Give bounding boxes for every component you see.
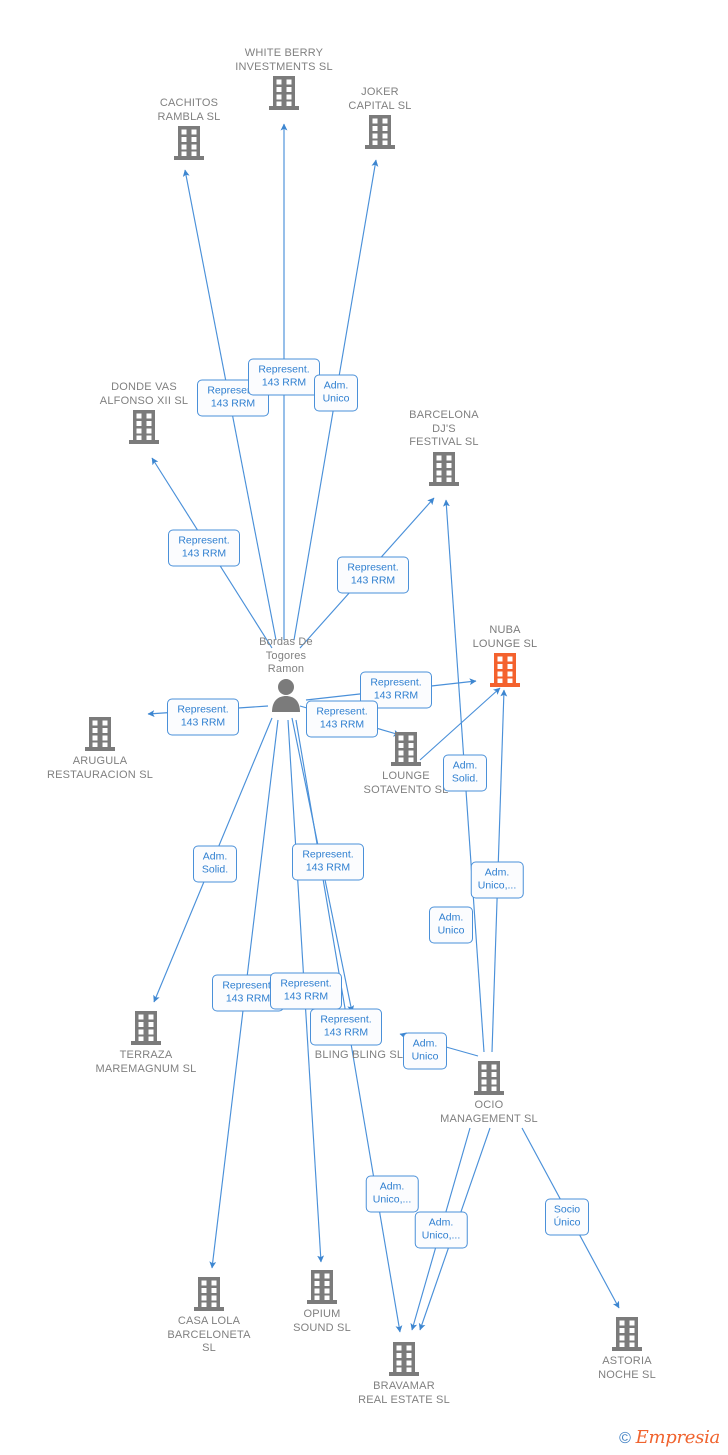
node-icon-holder[interactable] (305, 114, 455, 150)
edge-label-el8[interactable]: Represent. 143 RRM (167, 698, 239, 736)
building-icon (429, 451, 459, 486)
building-icon (389, 1342, 419, 1376)
graph-node-joker[interactable]: JOKER CAPITAL SL (305, 86, 455, 150)
node-label: OPIUM SOUND SL (293, 1308, 351, 1334)
node-icon-holder[interactable] (69, 409, 219, 445)
graph-node-opium[interactable]: OPIUM SOUND SL (247, 1269, 397, 1335)
graph-node-arugula[interactable]: ARUGULA RESTAURACION SL (25, 716, 175, 782)
edge-label-el10[interactable]: Adm. Solid. (193, 845, 237, 883)
node-label: JOKER CAPITAL SL (348, 86, 412, 112)
building-icon (391, 732, 421, 766)
node-icon-holder[interactable] (369, 451, 519, 487)
building-icon (307, 1270, 337, 1304)
empresia-watermark: © Empresia (619, 1428, 720, 1449)
edge-label-el2[interactable]: Represent. 143 RRM (248, 358, 320, 396)
node-label: ASTORIA NOCHE SL (598, 1355, 656, 1381)
graph-node-ocio[interactable]: OCIO MANAGEMENT SL (414, 1060, 564, 1126)
node-label: NUBA LOUNGE SL (472, 624, 538, 650)
node-icon-holder[interactable] (114, 125, 264, 161)
edge-label-el18[interactable]: Adm. Unico,... (365, 1175, 419, 1213)
node-label: OCIO MANAGEMENT SL (440, 1099, 538, 1125)
building-icon (129, 410, 159, 444)
edge-label-el19[interactable]: Adm. Unico,... (414, 1211, 468, 1249)
building-icon (474, 1061, 504, 1095)
graph-node-terraza[interactable]: TERRAZA MAREMAGNUM SL (71, 1010, 221, 1076)
edge-label-el13[interactable]: Adm. Unico (429, 906, 473, 944)
building-icon (612, 1317, 642, 1351)
node-label: BARCELONA DJ'S FESTIVAL SL (409, 409, 479, 448)
node-icon-holder[interactable] (430, 652, 580, 688)
edge-label-el20[interactable]: Socio Único (545, 1198, 589, 1236)
building-icon (269, 76, 299, 110)
building-icon (365, 115, 395, 149)
graph-node-bcndjs[interactable]: BARCELONA DJ'S FESTIVAL SL (369, 409, 519, 487)
edge-label-el9[interactable]: Adm. Solid. (443, 754, 487, 792)
node-label: BRAVAMAR REAL ESTATE SL (358, 1380, 450, 1406)
graph-node-bravamar[interactable]: BRAVAMAR REAL ESTATE SL (329, 1341, 479, 1407)
edge-label-el11[interactable]: Represent. 143 RRM (292, 843, 364, 881)
graph-canvas: CACHITOS RAMBLA SL WHITE BERRY INVESTMENT… (0, 0, 728, 1455)
graph-node-astoria[interactable]: ASTORIA NOCHE SL (552, 1316, 702, 1382)
node-icon-holder[interactable] (25, 716, 175, 752)
person-icon (272, 678, 300, 712)
node-icon-holder[interactable] (329, 1341, 479, 1377)
brand-name: Empresia (635, 1427, 721, 1448)
graph-node-nuba[interactable]: NUBA LOUNGE SL (430, 624, 580, 688)
copyright-icon: © (619, 1430, 631, 1447)
edge-label-el12[interactable]: Adm. Unico,... (470, 861, 524, 899)
edge-label-el5[interactable]: Represent. 143 RRM (337, 556, 409, 594)
building-icon (85, 717, 115, 751)
edge-label-el3[interactable]: Adm. Unico (314, 374, 358, 412)
edge-label-el7[interactable]: Represent. 143 RRM (306, 700, 378, 738)
building-icon (131, 1011, 161, 1045)
building-icon (194, 1277, 224, 1311)
building-icon (490, 653, 520, 687)
node-icon-holder[interactable] (552, 1316, 702, 1352)
node-label: WHITE BERRY INVESTMENTS SL (235, 47, 333, 73)
edge-label-el15[interactable]: Represent. 143 RRM (270, 972, 342, 1010)
building-icon (174, 126, 204, 160)
edge-label-el16[interactable]: Represent. 143 RRM (310, 1008, 382, 1046)
node-label: TERRAZA MAREMAGNUM SL (95, 1049, 197, 1075)
node-icon-holder[interactable] (247, 1269, 397, 1305)
node-icon-holder[interactable] (71, 1010, 221, 1046)
node-label: ARUGULA RESTAURACION SL (46, 755, 154, 781)
edge-label-el17[interactable]: Adm. Unico (403, 1032, 447, 1070)
edge-label-el4[interactable]: Represent. 143 RRM (168, 529, 240, 567)
node-label: Bordas De Togores Ramon (259, 636, 313, 675)
